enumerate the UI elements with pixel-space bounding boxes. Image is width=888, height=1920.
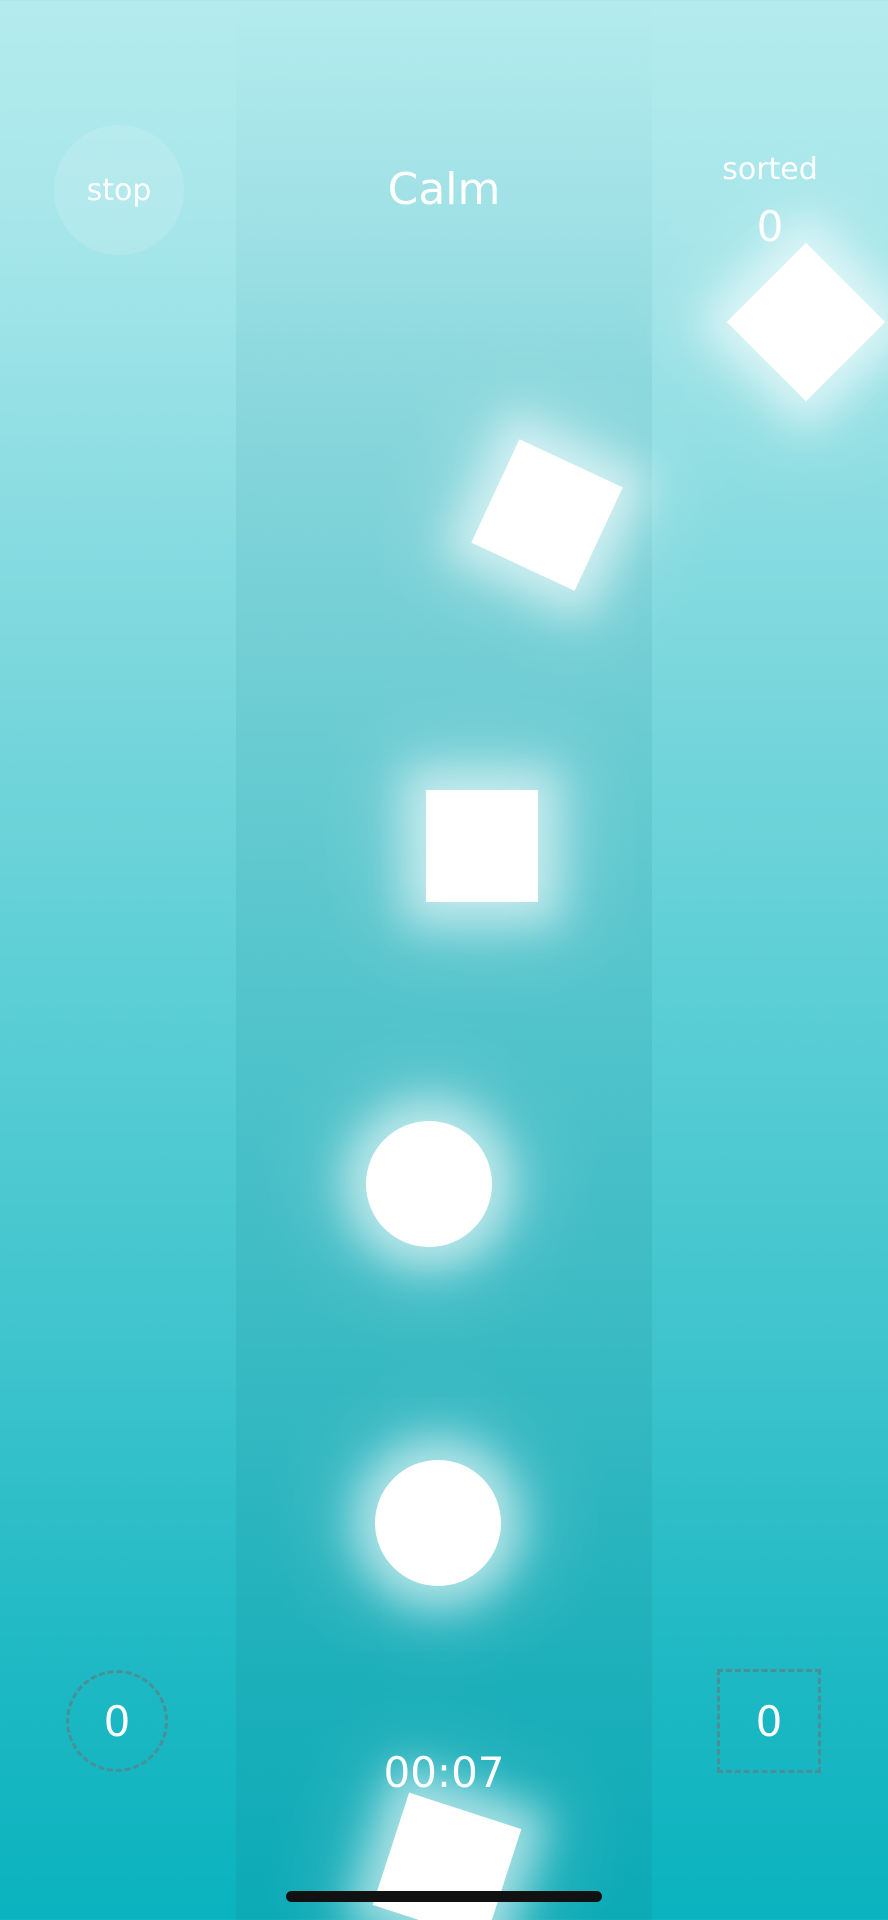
timer: 00:07 — [383, 1748, 505, 1797]
mode-title: Calm — [387, 164, 501, 215]
circle-shape-lower[interactable] — [375, 1460, 501, 1586]
home-indicator[interactable] — [286, 1891, 602, 1902]
square-bin-count: 0 — [755, 1696, 783, 1746]
sorted-label: sorted — [722, 152, 818, 187]
circle-bin: 0 — [66, 1670, 168, 1772]
stop-button[interactable]: stop — [54, 125, 184, 255]
square-bin: 0 — [717, 1669, 821, 1773]
center-lane — [236, 0, 652, 1920]
circle-bin-count: 0 — [103, 1696, 131, 1746]
sorted-count: 0 — [756, 202, 784, 251]
diamond-shape-top-right[interactable] — [726, 242, 886, 402]
square-shape[interactable] — [426, 790, 538, 902]
circle-shape-upper[interactable] — [366, 1121, 492, 1247]
stop-button-label: stop — [86, 172, 152, 208]
